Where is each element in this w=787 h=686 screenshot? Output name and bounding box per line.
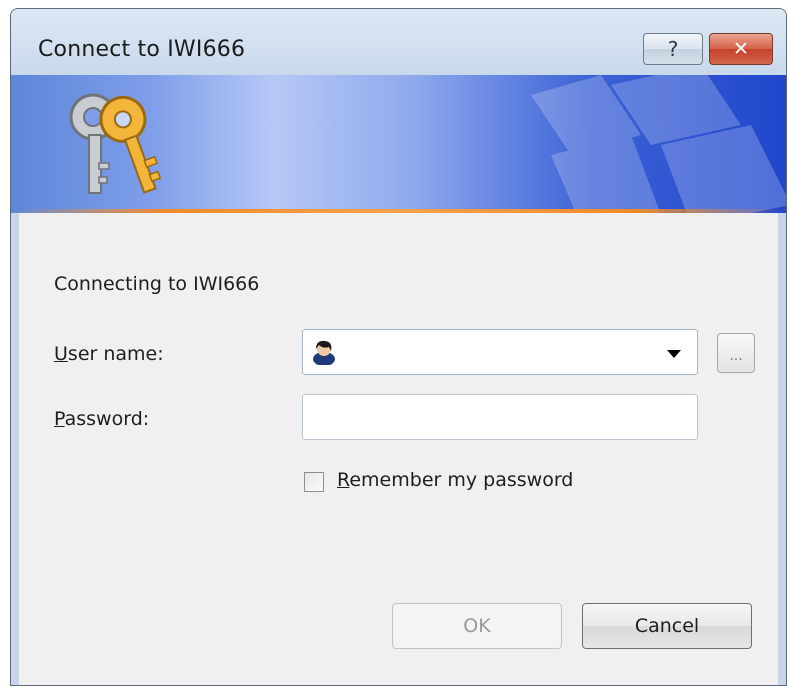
- password-label: Password:: [54, 408, 150, 430]
- login-dialog: Connect to IWI666 ? ✕ Connecting to IWI6…: [10, 8, 787, 686]
- ok-button[interactable]: OK: [392, 603, 562, 649]
- user-icon: [313, 340, 335, 365]
- ok-label: OK: [463, 615, 491, 637]
- browse-label: ...: [729, 348, 743, 364]
- title-bar[interactable]: Connect to IWI666 ? ✕: [11, 9, 786, 75]
- window-title: Connect to IWI666: [38, 37, 246, 62]
- connecting-text: Connecting to IWI666: [54, 273, 260, 295]
- banner-watermark-icon: [531, 75, 786, 213]
- username-combobox[interactable]: [302, 329, 698, 375]
- browse-button[interactable]: ...: [717, 333, 755, 373]
- header-banner: [11, 75, 786, 213]
- dialog-body: Connecting to IWI666 User name: ... Pass…: [11, 213, 786, 685]
- cancel-label: Cancel: [634, 615, 700, 637]
- cancel-button[interactable]: Cancel: [582, 603, 752, 649]
- password-field[interactable]: [302, 394, 698, 440]
- close-icon: ✕: [733, 38, 749, 60]
- chevron-down-icon[interactable]: [667, 350, 681, 358]
- help-button[interactable]: ?: [643, 33, 703, 65]
- close-button[interactable]: ✕: [709, 33, 773, 65]
- help-icon: ?: [667, 37, 679, 61]
- remember-password-label[interactable]: Remember my password: [337, 469, 573, 491]
- remember-password-checkbox[interactable]: [304, 472, 324, 492]
- username-label: User name:: [54, 343, 164, 365]
- keys-icon: [69, 93, 162, 194]
